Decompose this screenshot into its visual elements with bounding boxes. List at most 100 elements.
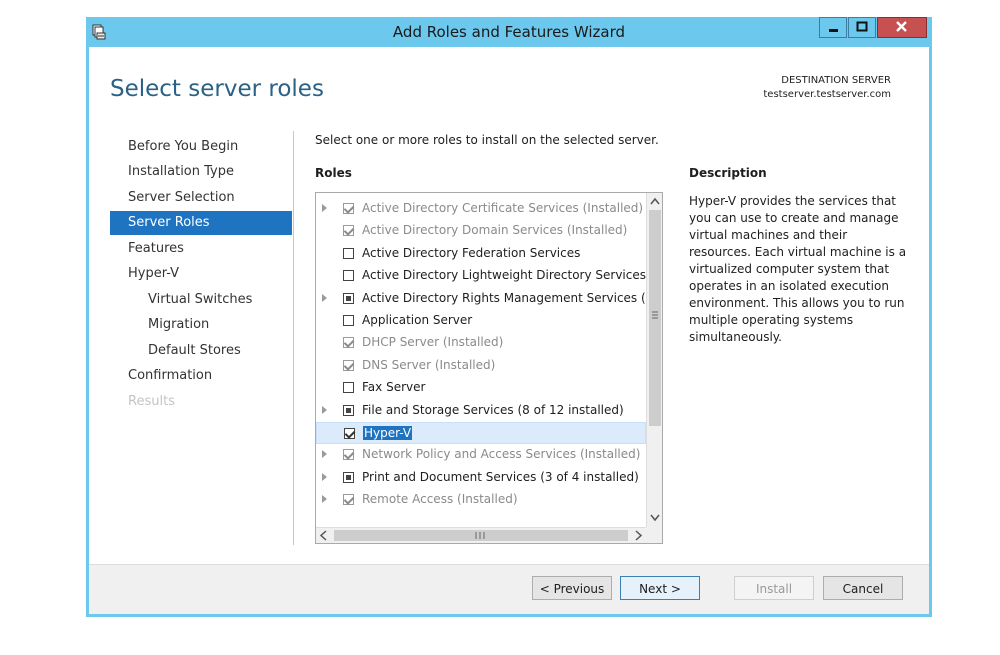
role-row[interactable]: Hyper-V (316, 422, 646, 444)
nav-item-server-roles[interactable]: Server Roles (110, 211, 292, 235)
role-checkbox[interactable] (343, 292, 354, 304)
vertical-scroll-thumb[interactable] (649, 210, 661, 426)
chevron-down-icon (650, 514, 660, 522)
cancel-button[interactable]: Cancel (823, 576, 903, 600)
nav-item-migration[interactable]: Migration (110, 313, 292, 337)
wizard-window: Add Roles and Features Wizard Select ser… (86, 17, 932, 617)
role-label: DNS Server (Installed) (362, 357, 496, 372)
wizard-content: Select server roles DESTINATION SERVER t… (89, 47, 929, 614)
checkmark-icon (343, 449, 355, 461)
nav-item-confirmation[interactable]: Confirmation (110, 364, 292, 388)
role-row[interactable]: Active Directory Lightweight Directory S… (316, 265, 646, 287)
role-label: File and Storage Services (8 of 12 insta… (362, 402, 624, 417)
expand-arrow-icon[interactable] (322, 204, 327, 212)
role-checkbox (343, 449, 355, 461)
chevron-up-icon (650, 197, 660, 205)
next-button[interactable]: Next > (620, 576, 700, 600)
role-label: Hyper-V (363, 426, 413, 440)
role-row[interactable]: Application Server (316, 310, 646, 332)
grip-icon (475, 532, 485, 539)
destination-server-name: testserver.testserver.com (763, 89, 891, 100)
role-checkbox (343, 337, 355, 349)
role-row[interactable]: Active Directory Federation Services (316, 243, 646, 265)
maximize-icon (856, 21, 868, 32)
role-checkbox[interactable] (343, 382, 354, 394)
previous-button[interactable]: < Previous (532, 576, 612, 600)
expand-arrow-icon[interactable] (322, 450, 327, 459)
checkmark-icon (343, 359, 355, 371)
role-label: Fax Server (362, 380, 426, 395)
nav-item-hyper-v[interactable]: Hyper-V (110, 262, 292, 286)
role-label: Active Directory Rights Management Servi… (362, 290, 646, 305)
scroll-left-button[interactable] (316, 528, 332, 543)
horizontal-scrollbar[interactable] (316, 527, 646, 543)
nav-item-server-selection[interactable]: Server Selection (110, 186, 292, 210)
minimize-button[interactable] (819, 17, 847, 38)
nav-item-default-stores[interactable]: Default Stores (110, 339, 292, 363)
role-label: Active Directory Domain Services (Instal… (362, 223, 628, 238)
role-label: Active Directory Certificate Services (I… (362, 201, 644, 215)
role-checkbox[interactable] (344, 428, 356, 439)
role-row[interactable]: DNS Server (Installed) (316, 355, 646, 377)
destination-server-label: DESTINATION SERVER (781, 75, 891, 86)
role-checkbox (343, 203, 355, 214)
vertical-scrollbar[interactable] (646, 193, 662, 527)
role-row[interactable]: Network Policy and Access Services (Inst… (316, 444, 646, 466)
partial-check-icon (346, 407, 351, 413)
role-checkbox[interactable] (343, 315, 354, 326)
role-row[interactable]: Fax Server (316, 377, 646, 399)
role-checkbox[interactable] (343, 270, 354, 282)
role-checkbox[interactable] (343, 471, 354, 483)
nav-divider (293, 131, 294, 545)
scroll-down-button[interactable] (647, 509, 662, 526)
role-row[interactable]: DHCP Server (Installed) (316, 332, 646, 354)
nav-item-installation-type[interactable]: Installation Type (110, 160, 292, 184)
checkmark-icon (343, 337, 355, 349)
description-heading: Description (689, 166, 767, 180)
role-label: DHCP Server (Installed) (362, 335, 504, 350)
role-row[interactable]: Active Directory Domain Services (Instal… (316, 220, 646, 242)
nav-item-virtual-switches[interactable]: Virtual Switches (110, 288, 292, 312)
nav-item-before-you-begin[interactable]: Before You Begin (110, 135, 292, 159)
scroll-right-button[interactable] (630, 528, 646, 543)
role-row[interactable]: Active Directory Rights Management Servi… (316, 288, 646, 310)
expand-arrow-icon[interactable] (322, 293, 327, 302)
roles-heading: Roles (315, 166, 352, 180)
partial-check-icon (346, 295, 351, 301)
role-checkbox (343, 494, 355, 506)
roles-list: Active Directory Certificate Services (I… (316, 193, 646, 525)
expand-arrow-icon[interactable] (322, 472, 327, 481)
scroll-up-button[interactable] (647, 193, 662, 210)
role-row[interactable]: Remote Access (Installed) (316, 489, 646, 511)
install-button: Install (734, 576, 814, 600)
title-bar[interactable]: Add Roles and Features Wizard (86, 17, 932, 47)
chevron-right-icon (635, 530, 643, 541)
grip-icon (652, 311, 658, 319)
role-checkbox (343, 225, 355, 237)
chevron-left-icon (319, 530, 327, 541)
horizontal-scroll-thumb[interactable] (334, 530, 628, 541)
role-label: Remote Access (Installed) (362, 492, 518, 507)
roles-tree[interactable]: Active Directory Certificate Services (I… (315, 192, 663, 544)
nav-item-features[interactable]: Features (110, 237, 292, 261)
expand-arrow-icon[interactable] (322, 405, 327, 414)
role-label: Active Directory Lightweight Directory S… (362, 268, 646, 283)
page-title: Select server roles (110, 76, 324, 102)
nav-item-results: Results (128, 394, 175, 409)
role-row[interactable]: Print and Document Services (3 of 4 inst… (316, 467, 646, 489)
scrollbar-corner (646, 527, 662, 543)
role-label: Network Policy and Access Services (Inst… (362, 447, 641, 462)
close-button[interactable] (877, 17, 927, 38)
description-text: Hyper-V provides the services that you c… (689, 194, 907, 344)
role-checkbox[interactable] (343, 404, 354, 416)
role-label: Active Directory Federation Services (362, 245, 581, 260)
checkmark-icon (344, 428, 356, 439)
close-icon (896, 21, 907, 32)
role-row[interactable]: Active Directory Certificate Services (I… (316, 198, 646, 220)
role-checkbox[interactable] (343, 247, 354, 259)
role-label: Print and Document Services (3 of 4 inst… (362, 469, 639, 484)
maximize-button[interactable] (848, 17, 876, 38)
expand-arrow-icon[interactable] (322, 495, 327, 504)
minimize-icon (829, 29, 838, 32)
role-row[interactable]: File and Storage Services (8 of 12 insta… (316, 400, 646, 422)
